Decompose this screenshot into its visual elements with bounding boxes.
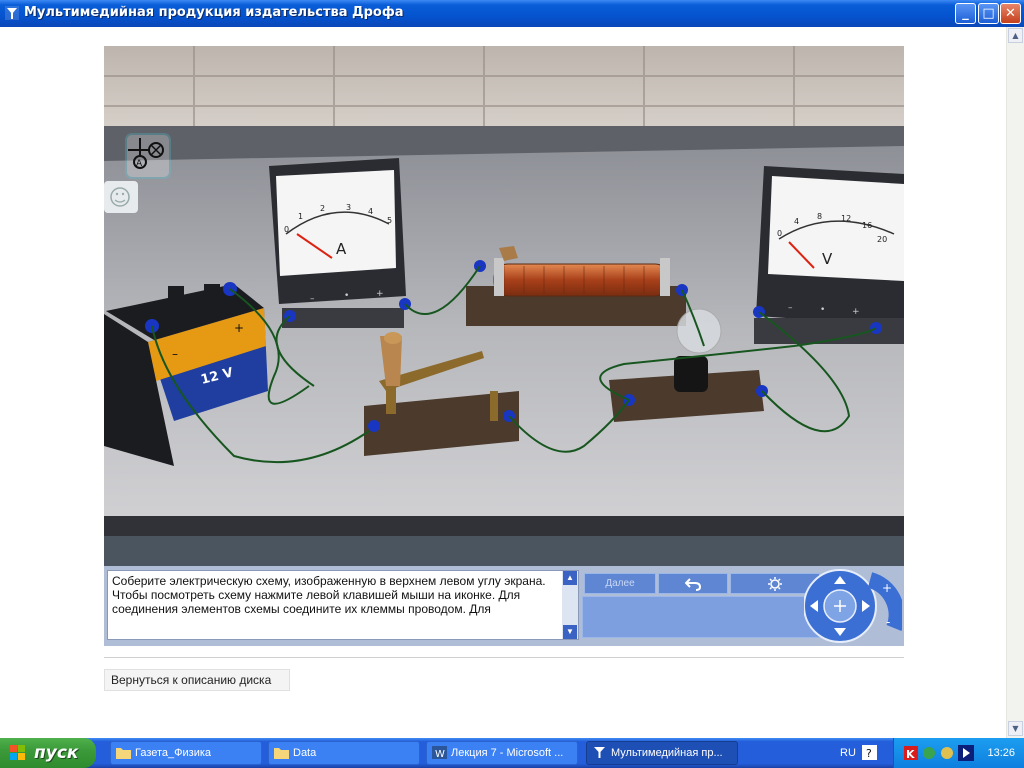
taskbar-item-label: Газета_Физика bbox=[135, 747, 212, 759]
app-icon bbox=[594, 747, 605, 758]
separator bbox=[104, 657, 904, 658]
svg-text:?: ? bbox=[866, 747, 872, 760]
taskbar: пуск Газета_Физика Data W Лекция 7 - Mic… bbox=[0, 738, 1024, 768]
window-title: Мультимедийная продукция издательства Др… bbox=[24, 5, 404, 20]
ammeter-tick: 1 bbox=[298, 212, 303, 221]
word-icon: W bbox=[432, 746, 447, 759]
voltmeter-tick: 4 bbox=[794, 217, 799, 226]
ammeter-tick: 4 bbox=[368, 207, 373, 216]
page-scrollbar[interactable]: ▲ ▼ bbox=[1006, 27, 1024, 738]
taskbar-item-label: Data bbox=[293, 747, 317, 759]
ammeter-tick: 2 bbox=[320, 204, 325, 213]
instructions-text: Соберите электрическую схему, изображенн… bbox=[112, 574, 546, 616]
ammeter-tick: 3 bbox=[346, 203, 351, 212]
taskbar-item-label: Мультимедийная пр... bbox=[611, 747, 723, 759]
voltmeter-tick: 12 bbox=[841, 214, 851, 223]
scroll-up-arrow-icon[interactable]: ▲ bbox=[1008, 28, 1023, 43]
control-panel: Соберите электрическую схему, изображенн… bbox=[104, 566, 904, 646]
voltmeter-sign: • bbox=[820, 305, 825, 315]
back-to-disc-description-button[interactable]: Вернуться к описанию диска bbox=[104, 669, 290, 691]
battery-sign: – bbox=[172, 347, 178, 361]
undo-icon bbox=[684, 578, 702, 591]
voltmeter: 0 4 8 12 16 20 V – • + bbox=[753, 166, 904, 344]
zoom-out-icon: - bbox=[886, 615, 890, 629]
folder-icon bbox=[116, 748, 131, 759]
taskbar-item-label: Лекция 7 - Microsoft ... bbox=[451, 747, 564, 759]
ammeter-sign: • bbox=[344, 291, 349, 301]
taskbar-item-data[interactable]: Data bbox=[268, 741, 420, 765]
voltmeter-tick: 0 bbox=[777, 229, 782, 238]
lab-scene[interactable]: A 0 1 2 3 4 5 A – • + 0 4 8 12 16 20 V –… bbox=[104, 46, 904, 566]
voltmeter-tick: 8 bbox=[817, 212, 822, 221]
battery-sign: + bbox=[234, 321, 244, 335]
minimize-button[interactable]: _ bbox=[955, 3, 976, 24]
ammeter-symbol: A bbox=[336, 240, 347, 258]
svg-text:K: K bbox=[906, 748, 915, 760]
system-tray: K 13:26 bbox=[893, 738, 1024, 768]
folder-icon bbox=[274, 748, 289, 759]
taskbar-item-gazeta-fizika[interactable]: Газета_Физика bbox=[110, 741, 262, 765]
help-icon[interactable]: ? bbox=[862, 745, 877, 760]
language-indicator[interactable]: RU bbox=[840, 738, 856, 768]
svg-text:W: W bbox=[435, 749, 445, 759]
maximize-button[interactable]: □ bbox=[978, 3, 999, 24]
smile-icon bbox=[104, 181, 138, 213]
antivirus-icon[interactable]: K bbox=[904, 746, 918, 760]
voltmeter-sign: – bbox=[788, 303, 793, 313]
clock[interactable]: 13:26 bbox=[987, 738, 1015, 768]
instructions-box[interactable]: Соберите электрическую схему, изображенн… bbox=[107, 570, 579, 640]
svg-text:A: A bbox=[136, 159, 143, 169]
voltmeter-tick: 20 bbox=[877, 235, 887, 244]
taskbar-item-lecture-word[interactable]: W Лекция 7 - Microsoft ... bbox=[426, 741, 578, 765]
ammeter-tick: 0 bbox=[284, 225, 289, 234]
undo-button[interactable] bbox=[658, 573, 728, 594]
media-player-icon[interactable] bbox=[958, 745, 974, 761]
start-button[interactable]: пуск bbox=[0, 738, 96, 768]
voltmeter-sign: + bbox=[852, 307, 860, 317]
windows-logo-icon bbox=[10, 745, 25, 760]
voltmeter-tick: 16 bbox=[862, 221, 872, 230]
ammeter-tick: 5 bbox=[387, 216, 392, 225]
scroll-up-icon[interactable]: ▲ bbox=[563, 571, 577, 585]
start-label: пуск bbox=[34, 743, 79, 763]
instructions-scrollbar[interactable]: ▲ ▼ bbox=[562, 571, 578, 639]
volume-icon[interactable] bbox=[940, 746, 954, 760]
next-button[interactable]: Далее bbox=[584, 573, 656, 594]
circuit-schematic-icon: A bbox=[125, 133, 171, 179]
network-icon[interactable] bbox=[922, 746, 936, 760]
scroll-down-arrow-icon[interactable]: ▼ bbox=[1008, 721, 1023, 736]
ammeter-sign: + bbox=[376, 289, 384, 299]
navigation-wheel[interactable]: + - bbox=[804, 568, 902, 644]
app-icon bbox=[5, 6, 19, 20]
status-bar bbox=[582, 596, 822, 638]
close-button[interactable]: ✕ bbox=[1000, 3, 1021, 24]
window-titlebar[interactable]: Мультимедийная продукция издательства Др… bbox=[0, 0, 1024, 27]
lab-scene-graphics: A 0 1 2 3 4 5 A – • + 0 4 8 12 16 20 V –… bbox=[104, 46, 904, 566]
ammeter-sign: – bbox=[310, 294, 315, 304]
scroll-down-icon[interactable]: ▼ bbox=[563, 625, 577, 639]
voltmeter-symbol: V bbox=[822, 250, 833, 268]
zoom-in-icon: + bbox=[882, 581, 892, 595]
gear-icon bbox=[768, 577, 782, 591]
taskbar-item-multimedia[interactable]: Мультимедийная пр... bbox=[586, 741, 738, 765]
